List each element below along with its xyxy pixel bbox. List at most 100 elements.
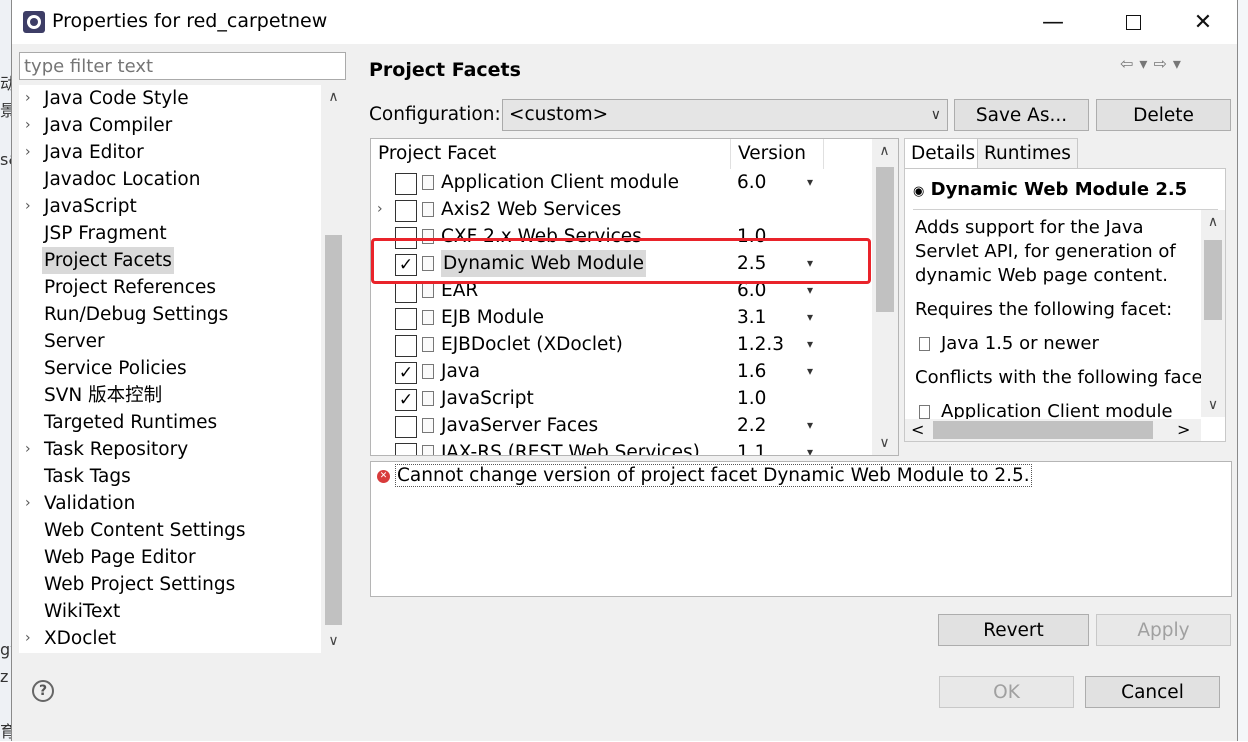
facet-checkbox[interactable] bbox=[395, 173, 417, 195]
tree-item[interactable]: Targeted Runtimes bbox=[19, 409, 319, 436]
facet-row[interactable]: JavaServer Faces 2.2 ▾ bbox=[371, 412, 871, 439]
tree-item[interactable]: Web Page Editor bbox=[19, 544, 319, 571]
facets-scrollbar[interactable]: ∧ ∨ bbox=[872, 139, 898, 455]
facet-checkbox[interactable] bbox=[395, 200, 417, 222]
tree-item[interactable]: Web Content Settings bbox=[19, 517, 319, 544]
details-panel: Details Runtimes ◉ Dynamic Web Module 2.… bbox=[904, 138, 1226, 456]
details-hscrollbar[interactable]: < > bbox=[905, 419, 1201, 441]
requires-label: Requires the following facet: bbox=[915, 299, 1173, 320]
facet-row[interactable]: ✓ JavaScript 1.0 bbox=[371, 385, 871, 412]
apply-button[interactable]: Apply bbox=[1096, 614, 1231, 646]
details-desc-line-2: Servlet API, for generation of bbox=[915, 241, 1176, 262]
facet-checkbox[interactable] bbox=[395, 281, 417, 303]
tree-item[interactable]: Server bbox=[19, 328, 319, 355]
page-title: Project Facets bbox=[369, 59, 521, 81]
tree-item[interactable]: › Task Repository bbox=[19, 436, 319, 463]
tree-item[interactable]: › Java Code Style bbox=[19, 85, 319, 112]
details-desc-line-1: Adds support for the Java bbox=[915, 217, 1144, 238]
tree-item[interactable]: › Validation bbox=[19, 490, 319, 517]
facet-name: Axis2 Web Services bbox=[441, 199, 622, 220]
tree-item[interactable]: › XDoclet bbox=[19, 625, 319, 652]
facet-row[interactable]: › Axis2 Web Services bbox=[371, 196, 871, 223]
facet-row[interactable]: EJBDoclet (XDoclet) 1.2.3 ▾ bbox=[371, 331, 871, 358]
ok-button[interactable]: OK bbox=[939, 676, 1074, 708]
chevron-right-icon[interactable]: › bbox=[377, 196, 383, 223]
tree-item[interactable]: Run/Debug Settings bbox=[19, 301, 319, 328]
scroll-thumb[interactable] bbox=[933, 421, 1153, 439]
facet-name: JAX-RS (REST Web Services) bbox=[441, 442, 700, 456]
facet-checkbox[interactable]: ✓ bbox=[395, 362, 417, 384]
tree-item-label: Web Content Settings bbox=[44, 520, 246, 541]
filter-input[interactable] bbox=[19, 52, 346, 80]
facet-row[interactable]: JAX-RS (REST Web Services) 1.1 ▾ bbox=[371, 439, 871, 456]
column-header-facet[interactable]: Project Facet bbox=[371, 139, 731, 169]
scroll-up-icon[interactable]: ∧ bbox=[1201, 210, 1225, 234]
chevron-right-icon[interactable]: › bbox=[25, 139, 39, 166]
history-nav-icons[interactable]: ⇦▾⇨▾ bbox=[1120, 54, 1187, 73]
delete-button[interactable]: Delete bbox=[1096, 99, 1231, 131]
scroll-up-icon[interactable]: ∧ bbox=[872, 139, 897, 163]
facet-name: EJBDoclet (XDoclet) bbox=[441, 334, 623, 355]
scroll-down-icon[interactable]: ∨ bbox=[321, 629, 346, 653]
tree-item[interactable]: Javadoc Location bbox=[19, 166, 319, 193]
close-button[interactable]: ✕ bbox=[1168, 0, 1238, 44]
facet-checkbox[interactable] bbox=[395, 308, 417, 330]
tab-details[interactable]: Details bbox=[904, 138, 983, 170]
facet-checkbox[interactable]: ✓ bbox=[395, 389, 417, 411]
tree-item[interactable]: Task Tags bbox=[19, 463, 319, 490]
tree-item[interactable]: Service Policies bbox=[19, 355, 319, 382]
tree-item[interactable]: WikiText bbox=[19, 598, 319, 625]
scroll-thumb[interactable] bbox=[876, 167, 894, 312]
chevron-right-icon[interactable]: › bbox=[25, 490, 39, 517]
chevron-right-icon[interactable]: › bbox=[25, 436, 39, 463]
tree-item[interactable]: Web Project Settings bbox=[19, 571, 319, 598]
tree-item[interactable]: SVN 版本控制 bbox=[19, 382, 319, 409]
tree-item-label: WikiText bbox=[44, 601, 121, 622]
tree-item-label: Server bbox=[44, 331, 105, 352]
facet-checkbox[interactable] bbox=[395, 416, 417, 438]
tree-item[interactable]: › Java Compiler bbox=[19, 112, 319, 139]
tab-runtimes[interactable]: Runtimes bbox=[977, 138, 1078, 169]
scroll-thumb[interactable] bbox=[325, 235, 342, 625]
tree-item[interactable]: › Java Editor bbox=[19, 139, 319, 166]
version-dropdown-icon[interactable]: ▾ bbox=[807, 439, 813, 455]
facet-row[interactable]: Application Client module 6.0 ▾ bbox=[371, 169, 871, 196]
minimize-button[interactable]: — bbox=[1018, 0, 1088, 44]
chevron-right-icon[interactable]: › bbox=[25, 112, 39, 139]
version-dropdown-icon[interactable]: ▾ bbox=[807, 331, 813, 358]
scroll-down-icon[interactable]: ∨ bbox=[1201, 393, 1225, 417]
chevron-right-icon[interactable]: › bbox=[25, 625, 39, 652]
scroll-right-icon[interactable]: > bbox=[1177, 419, 1190, 441]
facet-row[interactable]: EJB Module 3.1 ▾ bbox=[371, 304, 871, 331]
version-dropdown-icon[interactable]: ▾ bbox=[807, 412, 813, 439]
chevron-right-icon[interactable]: › bbox=[25, 85, 39, 112]
chevron-right-icon[interactable]: › bbox=[25, 193, 39, 220]
tree-item[interactable]: Project Facets bbox=[19, 247, 319, 274]
tree-item[interactable]: JSP Fragment bbox=[19, 220, 319, 247]
tree-item[interactable]: Project References bbox=[19, 274, 319, 301]
details-vscrollbar[interactable]: ∧ ∨ bbox=[1201, 210, 1225, 417]
scroll-down-icon[interactable]: ∨ bbox=[872, 431, 897, 455]
facet-checkbox[interactable] bbox=[395, 335, 417, 357]
cancel-button[interactable]: Cancel bbox=[1085, 676, 1220, 708]
scroll-thumb[interactable] bbox=[1204, 240, 1222, 320]
facet-row[interactable]: ✓ Java 1.6 ▾ bbox=[371, 358, 871, 385]
tree-scrollbar[interactable]: ∧ ∨ bbox=[321, 85, 346, 653]
tree-item-label: Java Code Style bbox=[44, 88, 189, 109]
scroll-up-icon[interactable]: ∧ bbox=[321, 85, 346, 109]
facet-checkbox[interactable] bbox=[395, 443, 417, 455]
message-area: ✕ Cannot change version of project facet… bbox=[370, 461, 1232, 597]
help-icon[interactable]: ? bbox=[32, 680, 54, 702]
maximize-button[interactable] bbox=[1098, 0, 1168, 44]
configuration-select[interactable]: <custom> ∨ bbox=[502, 99, 948, 131]
revert-button[interactable]: Revert bbox=[938, 614, 1089, 646]
version-dropdown-icon[interactable]: ▾ bbox=[807, 358, 813, 385]
save-as-button[interactable]: Save As... bbox=[954, 99, 1089, 131]
details-divider bbox=[913, 209, 1218, 210]
tree-item[interactable]: › JavaScript bbox=[19, 193, 319, 220]
scroll-left-icon[interactable]: < bbox=[911, 419, 924, 441]
version-dropdown-icon[interactable]: ▾ bbox=[807, 304, 813, 331]
facet-version: 1.2.3 bbox=[737, 334, 785, 355]
column-header-version[interactable]: Version bbox=[731, 139, 824, 169]
version-dropdown-icon[interactable]: ▾ bbox=[807, 169, 813, 196]
